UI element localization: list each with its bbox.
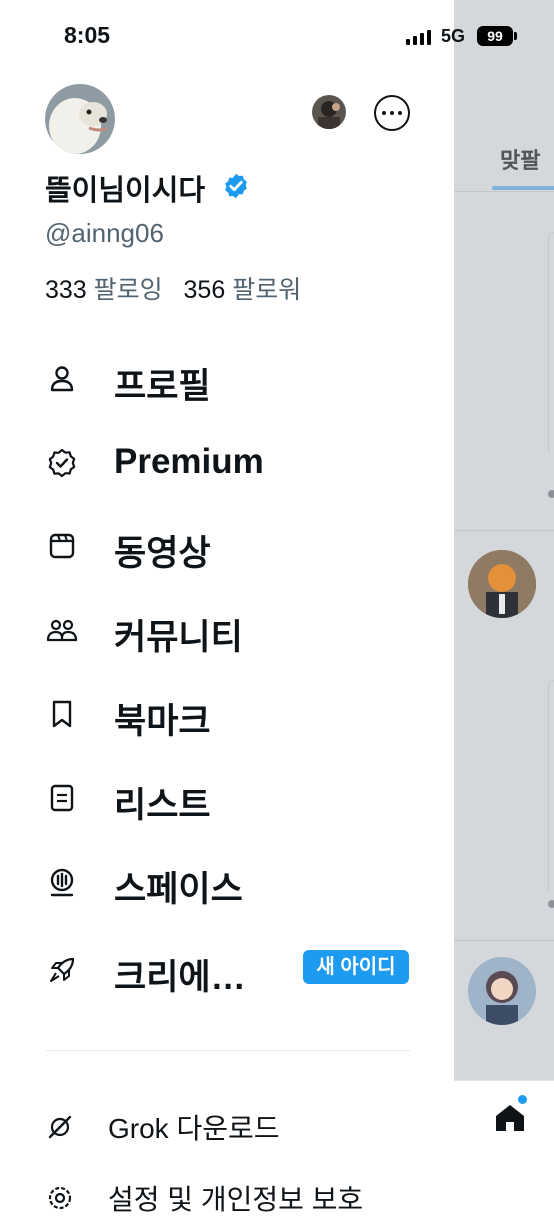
settings-icon: [48, 1186, 72, 1210]
following-link[interactable]: 333 팔로잉: [45, 276, 163, 304]
menu-item-settings[interactable]: 설정 및 개인정보 보호: [0, 1172, 454, 1222]
followers-label: 팔로워: [232, 276, 302, 304]
rocket-icon: [50, 957, 75, 982]
premium-badge-icon: [48, 448, 76, 478]
menu-divider: [46, 1050, 410, 1051]
person-icon: [50, 366, 74, 392]
account-switch-avatar[interactable]: [312, 95, 346, 129]
more-dot: [398, 111, 402, 115]
menu-item-label: 크리에…: [114, 958, 246, 997]
menu-item-label: 리스트: [114, 786, 211, 825]
following-count: 333: [45, 276, 87, 304]
background-divider: [454, 940, 554, 941]
background-dot: [548, 490, 554, 498]
menu-item-lists[interactable]: 리스트: [0, 765, 454, 825]
user-handle: @ainng06: [45, 218, 164, 248]
menu-item-bookmarks[interactable]: 북마크: [0, 681, 454, 741]
home-icon: [496, 1105, 524, 1131]
menu-item-profile[interactable]: 프로필: [0, 346, 454, 406]
background-timeline: 맞팔: [454, 0, 554, 1199]
video-icon: [49, 533, 75, 559]
follow-stats: 333 팔로잉 356 팔로워: [45, 270, 301, 306]
new-badge: 새 아이디: [303, 950, 409, 984]
menu-item-spaces[interactable]: 스페이스: [0, 849, 454, 909]
menu-item-label: 커뮤니티: [114, 618, 243, 657]
menu-item-label: Premium: [114, 442, 264, 481]
background-tab-indicator: [492, 186, 554, 190]
background-card: [548, 232, 554, 453]
network-label: 5G: [441, 26, 466, 46]
background-dot: [548, 900, 554, 908]
more-dot: [390, 111, 394, 115]
profile-avatar[interactable]: [45, 84, 115, 154]
menu-item-label: 동영상: [114, 534, 211, 573]
followers-count: 356: [183, 276, 226, 304]
background-tab: 맞팔: [500, 148, 541, 173]
status-time: 8:05: [64, 22, 111, 48]
communities-icon: [46, 619, 78, 642]
menu-item-label: Grok 다운로드: [108, 1113, 280, 1144]
following-label: 팔로잉: [93, 276, 163, 304]
background-divider: [454, 191, 554, 192]
background-divider: [454, 530, 554, 531]
background-card: [548, 680, 554, 891]
spaces-icon: [50, 868, 74, 897]
list-icon: [50, 784, 74, 812]
background-avatar: [468, 550, 536, 618]
menu-item-premium[interactable]: Premium: [0, 430, 454, 490]
menu-item-grok-download[interactable]: Grok 다운로드: [0, 1101, 454, 1151]
menu-item-video[interactable]: 동영상: [0, 513, 454, 573]
battery-icon: 99: [477, 26, 513, 46]
menu-item-label: 북마크: [114, 702, 211, 741]
bookmark-icon: [52, 700, 72, 728]
battery-tip: [514, 32, 517, 40]
followers-link[interactable]: 356 팔로워: [184, 276, 302, 304]
background-bottom-nav: [454, 1080, 554, 1199]
menu-item-label: 프로필: [114, 367, 211, 406]
verified-badge-icon: [225, 173, 247, 199]
more-options-button[interactable]: [374, 95, 410, 131]
more-dot: [382, 111, 386, 115]
signal-icon: [406, 30, 431, 45]
notification-dot: [518, 1095, 527, 1104]
background-avatar: [468, 957, 536, 1025]
menu-item-communities[interactable]: 커뮤니티: [0, 597, 454, 657]
menu-item-label: 설정 및 개인정보 보호: [108, 1184, 364, 1215]
menu-item-label: 스페이스: [114, 870, 243, 909]
display-name[interactable]: 뜰이님이시다: [45, 167, 205, 209]
grok-icon: [48, 1115, 72, 1139]
